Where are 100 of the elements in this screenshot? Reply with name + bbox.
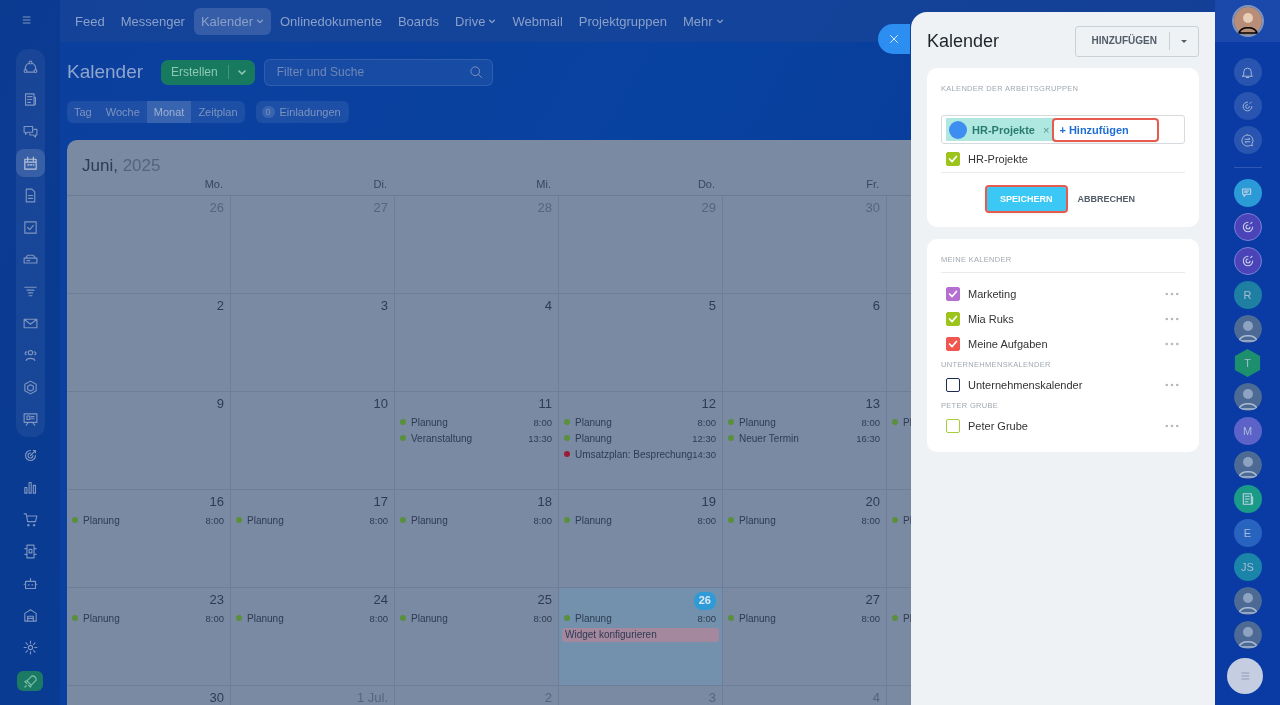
day-cell[interactable]: 6 [723, 294, 887, 391]
checkbox[interactable] [946, 151, 960, 166]
avatar-silhouette-icon[interactable] [1233, 587, 1262, 615]
day-cell[interactable]: Pl [887, 490, 911, 587]
view-tab[interactable]: Tag [67, 101, 99, 123]
create-button[interactable]: Erstellen [161, 59, 255, 85]
event-title[interactable]: Planung [247, 612, 370, 624]
checkbox[interactable] [946, 336, 960, 351]
event-title[interactable]: Neuer Termin [739, 432, 857, 444]
more-icon[interactable] [1165, 423, 1179, 428]
event-title[interactable]: Planung [739, 612, 862, 624]
event-title[interactable]: Planung [575, 416, 698, 428]
day-cell[interactable]: 27 Planung 8:00 [723, 588, 887, 685]
day-cell[interactable]: Pl [887, 392, 911, 489]
day-cell[interactable]: 16 Planung 8:00 [67, 490, 231, 587]
day-cell[interactable]: 5 [559, 294, 723, 391]
more-icon[interactable] [1165, 291, 1179, 296]
day-cell[interactable]: 13 Planung 8:00 Neuer Termin 16:30 [723, 392, 887, 489]
day-cell[interactable]: 11 Planung 8:00 Veranstaltung 13:30 [395, 392, 559, 489]
more-icon[interactable] [1165, 341, 1179, 346]
event-title[interactable]: Planung [575, 432, 693, 444]
day-cell[interactable]: 4 [395, 294, 559, 391]
more-icon[interactable] [1165, 382, 1179, 387]
event-title[interactable]: Planung [247, 514, 370, 526]
day-cell[interactable]: 12 Planung 8:00 Planung 12:30 Umsatzplan: Besprechung14:30 [559, 392, 723, 489]
chat-arrows-icon[interactable] [1233, 126, 1262, 154]
day-cell[interactable]: 24 Planung 8:00 [231, 588, 395, 685]
chat-avatar[interactable]: T [1233, 349, 1262, 377]
nav-item[interactable]: Feed [68, 7, 112, 35]
day-cell[interactable]: Pl [887, 588, 911, 685]
event-title[interactable]: Planung [411, 612, 534, 624]
event-title[interactable]: Planung [411, 514, 534, 526]
event-title[interactable]: Planung [575, 612, 698, 624]
document-icon[interactable] [1233, 485, 1262, 513]
swirl-icon[interactable] [1233, 92, 1262, 120]
checkbox[interactable] [946, 377, 960, 392]
event-title[interactable]: Planung [83, 514, 206, 526]
cancel-button[interactable]: ABBRECHEN [1073, 187, 1139, 211]
nav-item[interactable]: Onlinedokumente [273, 7, 389, 35]
invitations-button[interactable]: 0 Einladungen [255, 101, 349, 123]
event-bar[interactable]: Widget konfigurieren [562, 628, 719, 642]
search-icon[interactable] [468, 64, 484, 80]
event-title[interactable]: Pl [903, 514, 911, 526]
notification-icon[interactable] [1233, 58, 1262, 86]
nav-item[interactable]: Boards [390, 7, 447, 35]
nav-item[interactable]: Webmail [505, 7, 570, 35]
more-icon[interactable] [1165, 316, 1179, 321]
close-icon[interactable] [878, 24, 910, 54]
calendar-icon[interactable] [15, 149, 45, 177]
menu-icon[interactable] [1227, 658, 1263, 694]
event-title[interactable]: Planung [575, 514, 698, 526]
chat-avatar[interactable]: JS [1233, 553, 1262, 581]
event-title[interactable]: Planung [411, 416, 534, 428]
avatar-silhouette-icon[interactable] [1233, 451, 1262, 479]
checkbox[interactable] [946, 311, 960, 326]
nav-item[interactable]: Kalender [193, 7, 271, 35]
event-title[interactable]: Veranstaltung [411, 432, 529, 444]
date-number: 16 [209, 494, 224, 511]
nav-item[interactable]: Mehr [675, 7, 731, 35]
event-title[interactable]: Umsatzplan: Besprechung [575, 448, 693, 460]
chat-avatar[interactable]: E [1233, 519, 1262, 547]
event-title[interactable]: Pl [903, 612, 911, 624]
avatar-silhouette-icon[interactable] [1233, 621, 1262, 649]
avatar-silhouette-icon[interactable] [1233, 315, 1262, 343]
add-button[interactable]: HINZUFÜGEN [1075, 25, 1199, 57]
day-cell[interactable]: 2 [67, 294, 231, 391]
day-cell[interactable]: 9 [67, 392, 231, 489]
chat-bubble-icon[interactable] [1233, 179, 1262, 207]
avatar-silhouette-icon[interactable] [1233, 383, 1262, 411]
nav-item[interactable]: Messenger [113, 7, 192, 35]
day-cell[interactable]: 3 [231, 294, 395, 391]
day-cell[interactable]: 23 Planung 8:00 [67, 588, 231, 685]
chat-avatar[interactable]: R [1233, 281, 1262, 309]
view-tab[interactable]: Monat [146, 101, 192, 123]
checkbox[interactable] [946, 286, 960, 301]
save-button[interactable]: SPEICHERN [987, 187, 1066, 211]
event-title[interactable]: Planung [83, 612, 206, 624]
day-cell[interactable]: 17 Planung 8:00 [231, 490, 395, 587]
chat-avatar[interactable]: M [1233, 417, 1262, 445]
nav-item[interactable]: Drive [448, 7, 504, 35]
rocket-icon[interactable] [17, 671, 43, 691]
day-cell[interactable]: 19 Planung 8:00 [559, 490, 723, 587]
swirl-icon[interactable] [1233, 247, 1262, 275]
user-avatar[interactable] [1231, 5, 1264, 37]
event-title[interactable]: Pl [903, 416, 911, 428]
day-cell[interactable]: 20 Planung 8:00 [723, 490, 887, 587]
event-title[interactable]: Planung [739, 514, 862, 526]
group-selector-field[interactable]: HR-Projekte × + Hinzufügen [941, 115, 1185, 144]
add-link[interactable]: + Hinzufügen [1054, 119, 1158, 140]
view-tab[interactable]: Zeitplan [191, 101, 245, 123]
group-tag[interactable]: HR-Projekte × [946, 118, 1055, 141]
remove-tag-button[interactable]: × [1042, 123, 1050, 136]
day-cell[interactable]: 30 [67, 686, 231, 705]
day-cell[interactable]: 10 [231, 392, 395, 489]
nav-item[interactable]: Projektgruppen [571, 7, 674, 35]
day-cell[interactable]: 26 Planung 8:00 Widget konfigurieren [559, 588, 723, 685]
event-title[interactable]: Planung [739, 416, 862, 428]
view-tab[interactable]: Woche [98, 101, 147, 123]
swirl-icon[interactable] [1233, 213, 1262, 241]
day-cell[interactable]: 18 Planung 8:00 [395, 490, 559, 587]
